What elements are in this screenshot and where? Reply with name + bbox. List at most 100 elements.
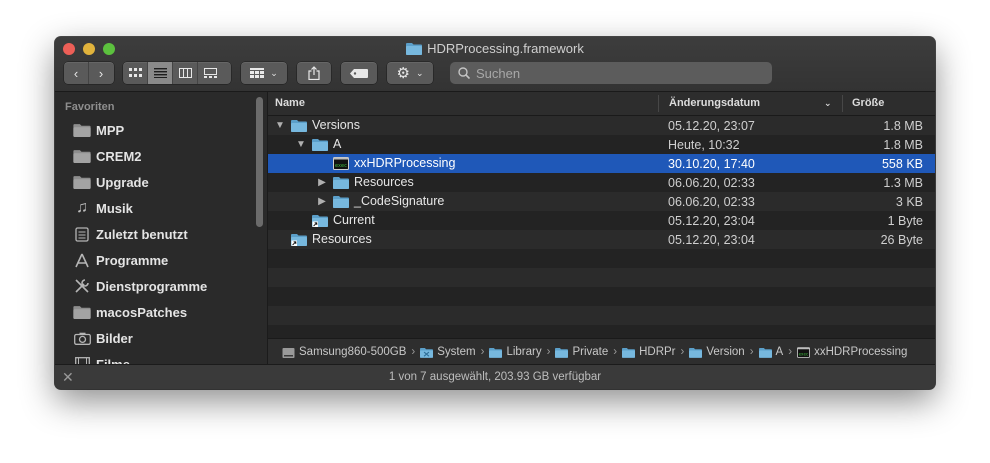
titlebar: HDRProcessing.framework ‹ › ⌄ ⚙ ⌄ Suchen	[55, 37, 935, 92]
path-separator-icon: ›	[546, 346, 551, 358]
path-segment[interactable]: Private	[555, 346, 608, 358]
group-by-button[interactable]: ⌄	[241, 62, 287, 84]
folder-icon	[333, 176, 349, 189]
chevron-down-icon: ⌄	[270, 67, 278, 78]
empty-row	[268, 325, 935, 338]
folder-icon	[312, 138, 328, 151]
file-size: 1.8 MB	[883, 138, 923, 152]
sidebar-item-dienstprogramme[interactable]: Dienstprogramme	[72, 274, 207, 298]
chevron-down-icon: ⌄	[415, 67, 424, 78]
search-icon	[458, 67, 470, 79]
search-field[interactable]: Suchen	[450, 62, 772, 84]
forward-button[interactable]: ›	[89, 62, 113, 84]
sidebar-item-musik[interactable]: ♫ Musik	[72, 196, 133, 220]
columns-icon	[178, 68, 192, 78]
path-segment-label: Version	[706, 346, 745, 358]
disclosure-open-icon[interactable]: ▼	[274, 120, 286, 131]
recents-icon	[72, 226, 92, 242]
sidebar-item-label: Upgrade	[96, 174, 149, 190]
table-row[interactable]: Current 05.12.20, 23:04 1 Byte	[268, 211, 935, 230]
column-header-date[interactable]: Änderungsdatum	[669, 97, 760, 109]
tag-icon	[350, 68, 368, 78]
disclosure-closed-icon[interactable]: ▶	[316, 196, 328, 207]
path-segment[interactable]: System	[420, 346, 476, 358]
path-segment[interactable]: HDRPr	[622, 346, 676, 358]
folder-icon	[72, 148, 92, 164]
sidebar-item-crem2[interactable]: CREM2	[72, 144, 142, 168]
sidebar-item-upgrade[interactable]: Upgrade	[72, 170, 149, 194]
table-row[interactable]: ▼ Versions 05.12.20, 23:07 1.8 MB	[268, 116, 935, 135]
tags-button[interactable]	[341, 62, 377, 84]
file-name-cell: ▶ Resources	[316, 175, 414, 189]
path-separator-icon: ›	[788, 346, 793, 358]
file-date: 05.12.20, 23:07	[668, 119, 755, 133]
path-separator-icon: ›	[613, 346, 618, 358]
table-row[interactable]: exec xxHDRProcessing 30.10.20, 17:40 558 K…	[268, 154, 935, 173]
view-columns-button[interactable]	[173, 62, 198, 84]
sidebar-scrollbar[interactable]	[256, 97, 263, 227]
disclosure-closed-icon[interactable]: ▶	[316, 177, 328, 188]
file-name: Resources	[312, 232, 372, 246]
path-segment[interactable]: Library	[489, 346, 542, 358]
action-button[interactable]: ⚙ ⌄	[387, 62, 433, 84]
table-row[interactable]: ▶ Resources 06.06.20, 02:33 1.3 MB	[268, 173, 935, 192]
grid-icon	[128, 68, 142, 77]
path-segment[interactable]: exec xxHDRProcessing	[797, 346, 907, 358]
column-divider[interactable]	[658, 95, 659, 112]
view-icons-button[interactable]	[123, 62, 148, 84]
sidebar-item-bilder[interactable]: Bilder	[72, 326, 133, 350]
folder-icon	[72, 304, 92, 320]
table-row[interactable]: ▼ A Heute, 10:32 1.8 MB	[268, 135, 935, 154]
finder-window: HDRProcessing.framework ‹ › ⌄ ⚙ ⌄ Suchen…	[55, 37, 935, 389]
sidebar-item-label: Musik	[96, 200, 133, 216]
window-title: HDRProcessing.framework	[55, 41, 935, 56]
gear-icon: ⚙	[396, 65, 410, 82]
path-segment[interactable]: Samsung860-500GB	[282, 346, 406, 358]
path-segment-label: Library	[506, 346, 542, 358]
empty-row	[268, 306, 935, 325]
system-folder-icon	[420, 347, 434, 358]
file-name-cell: Resources	[274, 232, 372, 246]
file-size: 558 KB	[881, 157, 923, 171]
sidebar-item-filme[interactable]: Filme	[72, 352, 130, 364]
group-grid-icon	[250, 68, 265, 78]
file-name-cell: exec xxHDRProcessing	[316, 156, 455, 170]
path-segment[interactable]: A	[758, 346, 783, 358]
camera-icon	[72, 330, 92, 346]
column-header-size[interactable]: Größe	[852, 97, 884, 109]
status-bar: ✕ 1 von 7 ausgewählt, 203.93 GB verfügba…	[55, 364, 935, 389]
sidebar-item-macospatches[interactable]: macosPatches	[72, 300, 187, 324]
file-name: A	[333, 137, 342, 151]
file-name-cell: ▶ _CodeSignature	[316, 194, 444, 208]
path-segment[interactable]: Version	[689, 346, 745, 358]
view-list-button[interactable]	[148, 62, 173, 84]
sidebar-item-label: Zuletzt benutzt	[96, 226, 188, 242]
file-size: 1.8 MB	[883, 119, 923, 133]
column-divider[interactable]	[842, 95, 843, 112]
sort-chevron-icon: ⌄	[824, 98, 832, 108]
table-row[interactable]: Resources 05.12.20, 23:04 26 Byte	[268, 230, 935, 249]
sidebar-item-mpp[interactable]: MPP	[72, 118, 124, 142]
file-size: 3 KB	[895, 195, 923, 209]
table-row[interactable]: ▶ _CodeSignature 06.06.20, 02:33 3 KB	[268, 192, 935, 211]
sidebar-item-zuletzt-benutzt[interactable]: Zuletzt benutzt	[72, 222, 188, 246]
share-button[interactable]	[297, 62, 331, 84]
folder-icon	[291, 119, 307, 132]
sidebar-item-label: CREM2	[96, 148, 142, 164]
view-gallery-button[interactable]	[198, 62, 222, 84]
sidebar-item-programme[interactable]: Programme	[72, 248, 168, 272]
path-segment-label: Samsung860-500GB	[299, 346, 407, 358]
disclosure-open-icon[interactable]: ▼	[295, 139, 307, 150]
file-date: Heute, 10:32	[668, 138, 740, 152]
folder-icon	[622, 347, 636, 358]
column-header-name[interactable]: Name	[275, 97, 305, 109]
folder-icon	[72, 122, 92, 138]
empty-row	[268, 268, 935, 287]
disk-icon	[282, 347, 295, 358]
file-date: 06.06.20, 02:33	[668, 195, 755, 209]
back-button[interactable]: ‹	[64, 62, 89, 84]
file-name: _CodeSignature	[354, 194, 445, 208]
file-name-cell: ▼ Versions	[274, 118, 360, 132]
applications-icon	[72, 252, 92, 268]
file-date: 05.12.20, 23:04	[668, 233, 755, 247]
